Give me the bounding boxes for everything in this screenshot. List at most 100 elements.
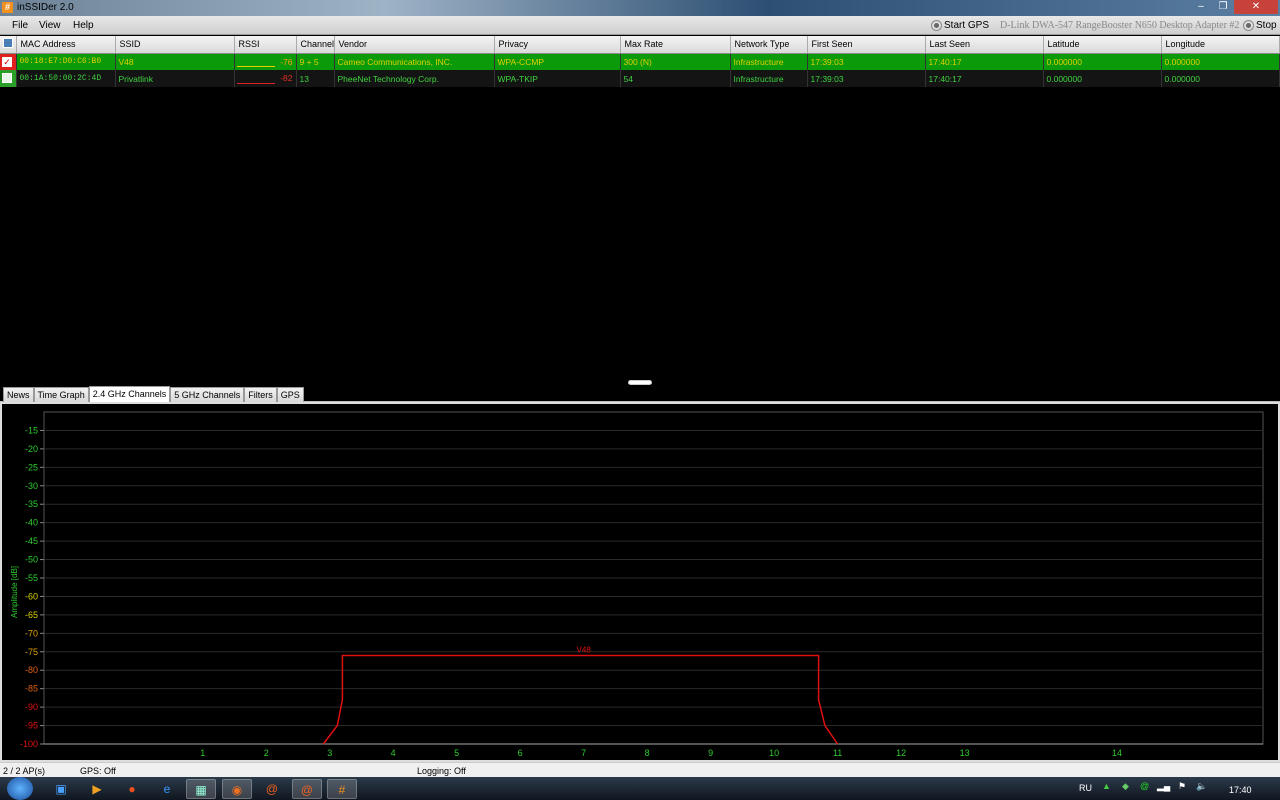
channel-chart-panel: -15 -20 -25 -30 -35 -40 -45 -50 -55 -60 -65 -70 -75 -… [0,402,1280,762]
x-tick-label: 1 [200,748,205,758]
taskbar-app-icon[interactable]: ▣ [46,779,76,799]
mail-agent-icon-open[interactable]: @ [292,779,322,799]
col-max-rate[interactable]: Max Rate [620,36,731,54]
language-indicator[interactable]: RU [1079,783,1092,793]
mac-cell: 00:1A:50:00:2C:4D [16,70,116,87]
stop-button[interactable]: Stop [1244,20,1277,31]
col-ssid[interactable]: SSID [115,36,235,54]
y-tick-label: -65 [25,610,38,620]
col-mac[interactable]: MAC Address [16,36,116,54]
y-tick-label: -45 [25,536,38,546]
rssi-sparkline [236,83,275,84]
tab-5-ghz-channels[interactable]: 5 GHz Channels [170,387,245,402]
y-tick-label: -30 [25,481,38,491]
menu-bar: File View Help Start GPS D-Link DWA-547 … [0,16,1280,35]
last-seen-cell: 17:40:17 [925,70,1044,87]
tab-news[interactable]: News [3,387,34,402]
flag-icon[interactable]: ⚑ [1178,781,1186,792]
channel-cell: 13 [296,70,335,87]
tab-time-graph[interactable]: Time Graph [33,387,89,402]
panel-splitter-handle[interactable] [628,380,652,385]
col-rssi[interactable]: RSSI [234,36,297,54]
privacy-cell: WPA-TKIP [494,70,621,87]
tab-bar: News Time Graph 2.4 GHz Channels 5 GHz C… [0,386,1280,402]
menu-help[interactable]: Help [73,20,94,31]
media-player-icon[interactable]: ▶ [82,779,112,799]
menu-view[interactable]: View [39,20,61,31]
longitude-cell: 0.000000 [1161,70,1280,87]
x-tick-label: 8 [645,748,650,758]
privacy-cell: WPA-CCMP [494,53,621,70]
adapter-selector[interactable]: D-Link DWA-547 RangeBooster N650 Desktop… [1000,20,1239,31]
vendor-cell: PheeNet Technology Corp. [334,70,495,87]
tray-network-icon[interactable]: ◆ [1122,781,1129,792]
volume-icon[interactable]: 🔈 [1196,781,1207,792]
inssider-taskbar-icon[interactable]: # [327,779,357,799]
networks-table: MAC Address SSID RSSI Channel Vendor Pri… [0,36,1280,87]
y-tick-label: -25 [25,462,38,472]
last-seen-cell: 17:40:17 [925,53,1044,70]
series-line-v48 [322,654,839,745]
series-label: V48 [577,645,592,654]
firefox-icon[interactable]: ◉ [222,779,252,799]
x-tick-label: 10 [769,748,779,758]
y-tick-label: -90 [25,702,38,712]
y-tick-label: -20 [25,444,38,454]
col-channel[interactable]: Channel [296,36,335,54]
x-tick-label: 13 [960,748,970,758]
play-icon [932,21,941,30]
start-button[interactable] [7,777,33,800]
ie-icon[interactable]: e [152,779,182,799]
menu-file[interactable]: File [12,20,28,31]
window-title: inSSIDer 2.0 [17,2,74,13]
maximize-button[interactable]: ❐ [1212,0,1234,14]
col-longitude[interactable]: Longitude [1161,36,1280,54]
chrome-icon[interactable]: ● [117,779,147,799]
start-gps-button[interactable]: Start GPS [932,20,989,31]
col-last-seen[interactable]: Last Seen [925,36,1044,54]
row-checkbox[interactable]: ✓ [0,53,17,70]
close-button[interactable]: ✕ [1234,0,1278,14]
channel-chart: -15 -20 -25 -30 -35 -40 -45 -50 -55 -60 -65 -70 -75 -… [10,411,1264,758]
col-first-seen[interactable]: First Seen [807,36,926,54]
col-privacy[interactable]: Privacy [494,36,621,54]
x-tick-label: 2 [264,748,269,758]
y-tick-label: -60 [25,591,38,601]
title-bar: # inSSIDer 2.0 – ❐ ✕ [0,0,1280,16]
logging-status: Logging: Off [417,766,466,776]
table-row[interactable]: 00:1A:50:00:2C:4D Privatlink -82 13 Phee… [0,70,1280,87]
select-all-checkbox[interactable] [0,36,17,54]
y-tick-label: -55 [25,573,38,583]
ap-count: 2 / 2 AP(s) [3,766,46,776]
col-network-type[interactable]: Network Type [730,36,808,54]
ssid-cell: Privatlink [115,70,235,87]
x-tick-label: 14 [1112,748,1122,758]
col-latitude[interactable]: Latitude [1043,36,1162,54]
rssi-cell: -76 [234,53,297,70]
mac-cell: 00:18:E7:D0:C6:B0 [16,53,116,70]
tray-at-icon[interactable]: @ [1140,781,1149,791]
taskbar: ▣ ▶ ● e ▦ ◉ @ @ # RU ▲ ◆ @ ▂▄ ⚑ 🔈 17:40 [0,777,1280,800]
tab-gps[interactable]: GPS [276,387,304,402]
row-checkbox[interactable] [0,70,17,87]
x-tick-label: 12 [896,748,906,758]
signal-icon[interactable]: ▂▄ [1157,781,1170,792]
mail-agent-icon[interactable]: @ [257,779,287,799]
table-row[interactable]: ✓ 00:18:E7:D0:C6:B0 V48 -76 9 + 5 Cameo … [0,53,1280,70]
y-tick-label: -75 [25,647,38,657]
longitude-cell: 0.000000 [1161,53,1280,70]
explorer-icon[interactable]: ▦ [186,779,216,799]
x-tick-label: 7 [581,748,586,758]
x-tick-label: 3 [327,748,332,758]
first-seen-cell: 17:39:03 [807,70,926,87]
y-tick-label: -95 [25,721,38,731]
clock[interactable]: 17:40 [1229,785,1252,795]
col-vendor[interactable]: Vendor [334,36,495,54]
tray-icon[interactable]: ▲ [1102,781,1111,791]
tab-2-4-ghz-channels[interactable]: 2.4 GHz Channels [88,386,171,402]
y-tick-label: -15 [25,425,38,435]
rssi-cell: -82 [234,70,297,87]
minimize-button[interactable]: – [1190,0,1212,14]
tab-filters[interactable]: Filters [244,387,277,402]
max-rate-cell: 300 (N) [620,53,731,70]
